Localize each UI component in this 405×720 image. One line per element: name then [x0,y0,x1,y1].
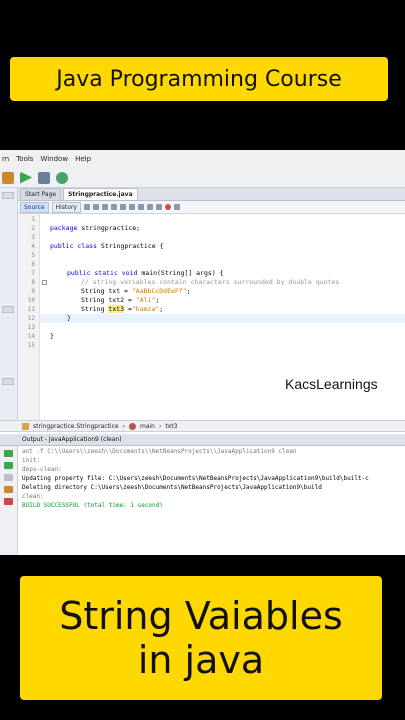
line-number-gutter: 1 2 3 4 5 6 7 8 9 10 11 12 13 14 15 [18,214,40,420]
comment-icon[interactable] [155,204,162,210]
output-title[interactable]: Output - JavaApplication9 (clean) [22,436,122,443]
tab-stringpractice[interactable]: Stringpractice.java [63,188,138,200]
output-line: ant -f C:\\Users\\zeesh\\Documents\\NetB… [22,448,297,455]
line-number: 11 [27,306,35,313]
line-number: 4 [31,243,35,250]
rerun-icon[interactable] [4,462,13,469]
breadcrumb-method[interactable]: main [140,423,155,430]
line-number: 12 [27,315,35,322]
output-line: Deleting directory C:\Users\zeesh\Docume… [22,484,322,491]
output-line: clean: [22,493,44,500]
main-toolbar [0,168,405,188]
bottom-title-banner: String Vaiables in java [20,576,382,700]
output-line: deps-clean: [22,466,62,473]
code-line-3: package stringpractice; [50,224,141,232]
history-button[interactable]: History [51,201,81,213]
stop-icon[interactable] [4,474,13,481]
top-title-banner: Java Programming Course [10,57,388,101]
code-line-10: String txt = "AaBbCcDdEeFf"; [81,287,191,295]
find-next-icon[interactable] [119,204,126,210]
line-number: 1 [31,216,35,223]
tab-start-page[interactable]: Start Page [20,188,62,200]
line-number: 8 [31,279,35,286]
stop-macro-icon[interactable] [173,204,180,210]
find-prev-icon[interactable] [110,204,117,210]
output-side-toolbar [0,446,18,555]
menu-bar: rn Tools Window Help [0,150,405,168]
output-line: Updating property file: C:\Users\zeesh\D… [22,475,369,482]
code-line-11: String txt2 = "Ali"; [81,296,160,304]
run-icon[interactable] [20,171,32,184]
output-window-header: Output - JavaApplication9 (clean) [0,434,405,446]
chevron-right-icon: › [158,422,162,430]
back-icon[interactable] [83,204,90,210]
toggle-highlight-icon[interactable] [128,204,135,210]
netbeans-ide-window: rn Tools Window Help Start Page Stringpr… [0,150,405,555]
panel-tab[interactable] [2,192,14,199]
menu-run[interactable]: rn [2,155,9,163]
search-icon[interactable] [101,204,108,210]
editor-tabs: Start Page Stringpractice.java [18,188,405,201]
line-number: 15 [27,342,35,349]
code-line-8: public static void main(String[] args) { [67,269,224,277]
profile-icon[interactable] [56,171,68,184]
left-side-panel [0,188,18,420]
forward-icon[interactable] [92,204,99,210]
shift-left-icon[interactable] [137,204,144,210]
line-number: 3 [31,234,35,241]
method-icon [128,422,136,430]
editor-toolbar: Source History [18,201,405,214]
watermark: KacsLearnings [285,376,378,392]
source-button[interactable]: Source [20,201,49,213]
debug-icon[interactable] [38,171,50,184]
code-line-5: public class Stringpractice { [50,242,164,250]
bottom-title-line2: in java [137,638,265,682]
settings-icon[interactable] [4,486,13,493]
code-line-15: } [50,332,54,340]
breadcrumb: stringpractice.Stringpractice › main › t… [0,420,405,432]
line-number: 10 [27,297,35,304]
hammer-icon[interactable] [2,171,14,184]
line-number: 9 [31,288,35,295]
line-number: 5 [31,252,35,259]
code-line-9: // string variables contain characters s… [81,278,340,286]
panel-tab[interactable] [2,306,14,313]
panel-tab[interactable] [2,378,14,385]
menu-window[interactable]: Window [40,155,68,163]
record-macro-icon[interactable] [164,204,171,210]
output-line: init: [22,457,41,464]
menu-tools[interactable]: Tools [16,155,33,163]
top-title-text: Java Programming Course [56,66,342,92]
current-line-highlight [40,314,405,323]
line-number: 13 [27,324,35,331]
bottom-title-line1: String Vaiables [59,594,343,638]
line-number: 7 [31,270,35,277]
line-number: 2 [31,225,35,232]
code-line-12: String txt3 ="hamza"; [81,305,164,313]
breadcrumb-variable[interactable]: txt3 [165,423,177,430]
chevron-right-icon: › [122,422,125,430]
code-line-13: } [67,314,71,322]
shift-right-icon[interactable] [146,204,153,210]
breadcrumb-class[interactable]: stringpractice.Stringpractice [33,423,119,430]
class-icon [22,422,29,430]
rerun-icon[interactable] [4,450,13,457]
clear-icon[interactable] [4,498,13,505]
menu-help[interactable]: Help [75,155,91,163]
line-number: 14 [27,333,35,340]
output-console[interactable]: ant -f C:\\Users\\zeesh\\Documents\\NetB… [18,446,405,555]
output-line: BUILD SUCCESSFUL (total time: 1 second) [22,502,163,509]
fold-icon[interactable] [42,280,47,285]
line-number: 6 [31,261,35,268]
